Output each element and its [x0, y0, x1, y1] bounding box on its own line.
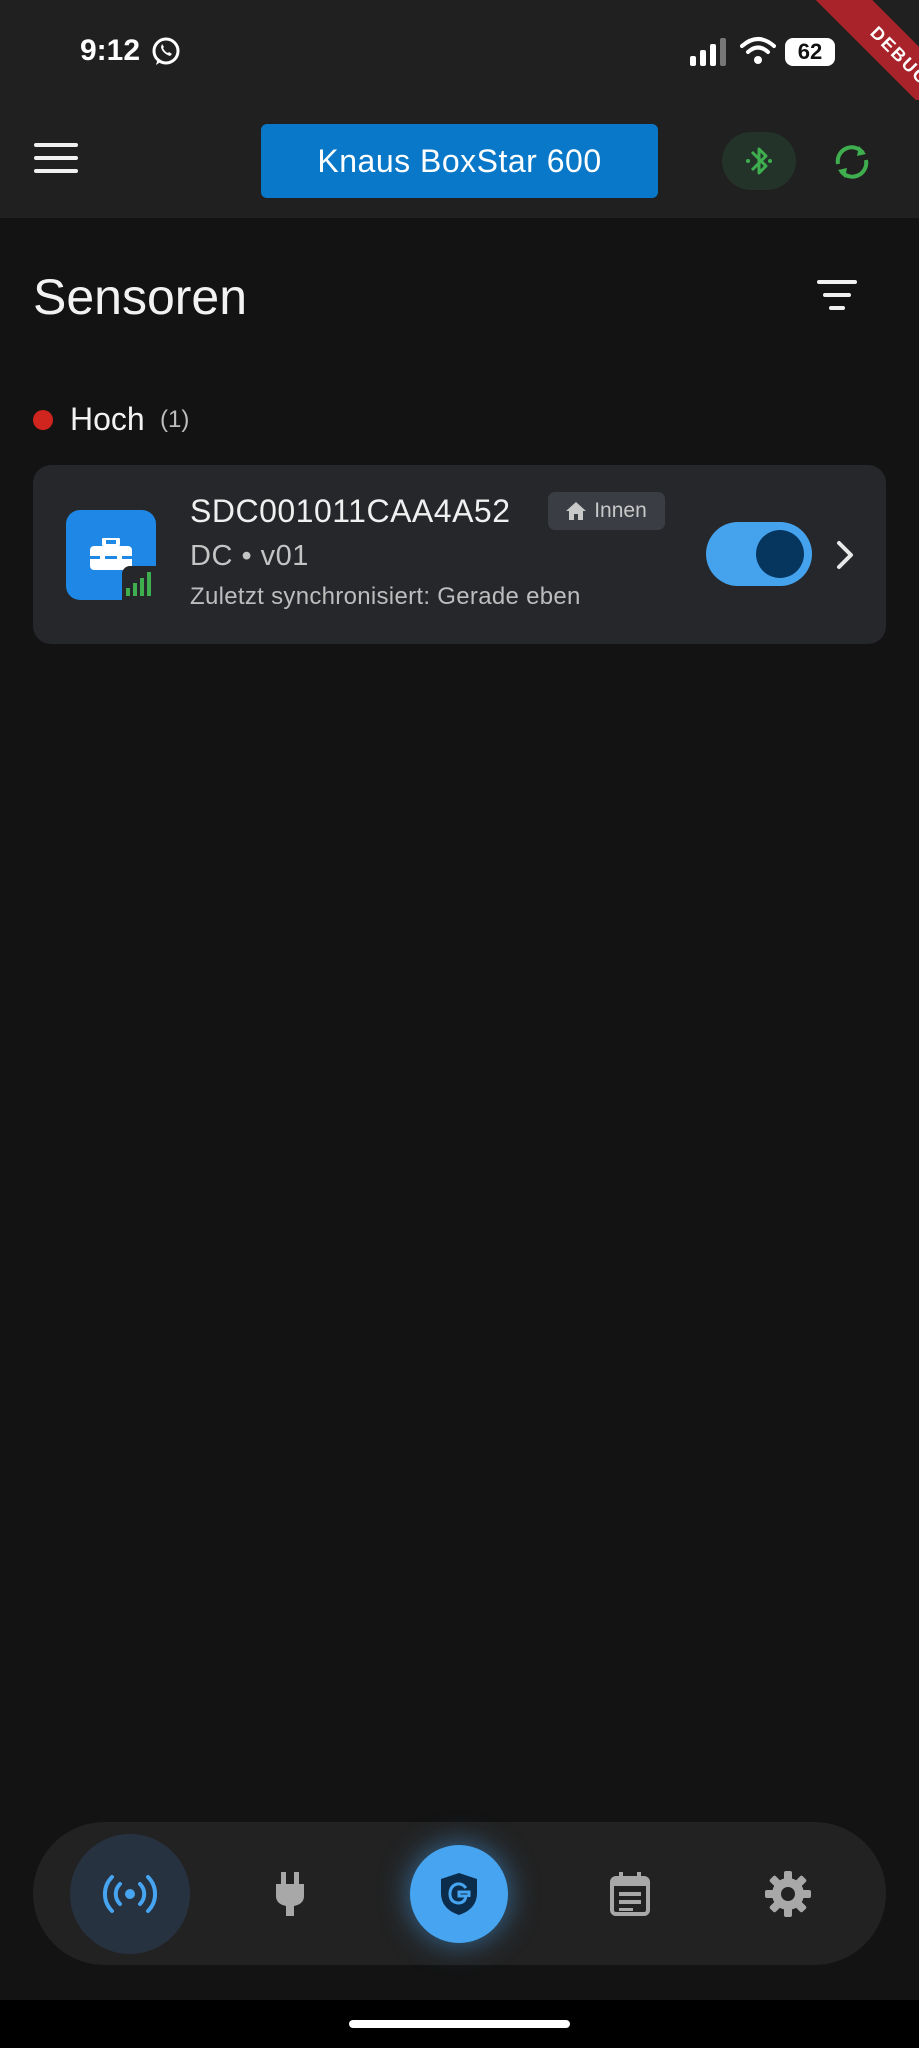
bluetooth-icon	[746, 147, 772, 175]
shield-icon	[441, 1873, 477, 1915]
wifi-icon	[740, 37, 776, 64]
nav-sensors[interactable]	[70, 1834, 190, 1954]
severity-dot	[33, 410, 53, 430]
nav-log[interactable]	[570, 1834, 690, 1954]
home-indicator[interactable]	[349, 2020, 570, 2028]
sensors-icon	[102, 1875, 158, 1913]
cell-signal-icon	[690, 38, 726, 66]
battery-indicator: 62	[785, 38, 835, 66]
last-sync-text: Zuletzt synchronisiert: Gerade eben	[190, 583, 581, 610]
chevron-right-icon[interactable]	[834, 537, 858, 573]
device-meta: DC • v01	[190, 540, 309, 572]
filter-icon[interactable]	[810, 280, 864, 320]
nav-power[interactable]	[230, 1834, 350, 1954]
page-title: Sensoren	[33, 269, 248, 325]
bluetooth-button[interactable]	[722, 132, 796, 190]
group-label: Hoch	[70, 401, 145, 437]
sync-icon	[835, 145, 869, 179]
location-badge: Innen	[548, 492, 665, 530]
power-plug-icon	[276, 1872, 304, 1916]
signal-strength-icon	[126, 572, 151, 596]
vehicle-select-button[interactable]: Knaus BoxStar 600	[261, 124, 658, 198]
status-time: 9:12	[80, 34, 141, 67]
signal-badge	[122, 566, 158, 602]
gear-icon	[765, 1871, 811, 1917]
device-name: SDC001011CAA4A52	[190, 493, 511, 529]
location-label: Innen	[594, 499, 647, 522]
log-icon	[610, 1872, 650, 1916]
toggle-knob	[756, 530, 804, 578]
sensor-toggle[interactable]	[706, 522, 812, 586]
whatsapp-icon	[152, 37, 180, 65]
menu-icon[interactable]	[34, 143, 78, 179]
device-icon	[66, 510, 158, 602]
group-count: (1)	[160, 406, 190, 433]
sync-button[interactable]	[826, 136, 878, 188]
nav-guard[interactable]	[410, 1845, 508, 1943]
nav-settings[interactable]	[728, 1834, 848, 1954]
home-icon	[566, 502, 587, 520]
